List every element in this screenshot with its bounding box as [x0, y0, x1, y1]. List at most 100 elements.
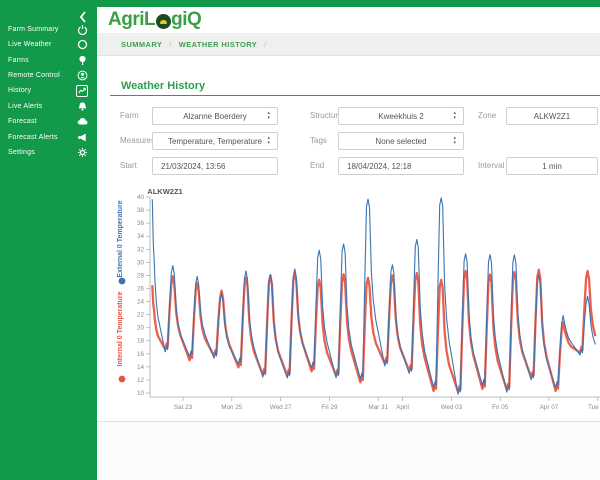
logo-text-suffix: giQ: [171, 9, 202, 30]
start-value: 21/03/2024, 13:56: [161, 161, 226, 171]
y-tick-label: 26: [137, 285, 145, 292]
sidebar-item-remote-control[interactable]: Remote Control: [0, 68, 97, 84]
y-tick-label: 10: [137, 390, 145, 397]
sidebar-item-live-alerts[interactable]: Live Alerts: [0, 99, 97, 115]
interval-label: Interval: [478, 161, 505, 170]
legend-dot: [118, 375, 126, 383]
sidebar-item-label: Remote Control: [8, 71, 60, 79]
zone-input[interactable]: ALKW2Z1: [506, 107, 598, 125]
x-tick-label: Wed 27: [270, 404, 292, 411]
start-datetime-input[interactable]: 21/03/2024, 13:56: [152, 157, 278, 175]
end-value: 18/04/2024, 12:18: [347, 161, 412, 171]
breadcrumb-separator: /: [169, 39, 172, 49]
x-tick-label: Wed 03: [441, 404, 463, 411]
cloud-icon: [76, 116, 88, 128]
app-header: AgriL giQ: [97, 7, 600, 33]
logo-text-prefix: AgriL: [108, 9, 156, 30]
sidebar-item-label: Settings: [8, 148, 35, 156]
power-icon: [76, 23, 88, 35]
sidebar-item-label: History: [8, 87, 32, 95]
x-tick-label: Fri 29: [321, 404, 338, 411]
breadcrumb-separator: /: [264, 39, 267, 49]
agrilogiq-logo: AgriL giQ: [108, 9, 202, 31]
end-label: End: [310, 161, 325, 170]
sidebar-item-farms[interactable]: Farms: [0, 52, 97, 68]
select-stepper-icon: ▴ ▾: [453, 135, 456, 146]
y-tick-label: 28: [137, 272, 145, 279]
y-tick-label: 22: [137, 312, 145, 319]
structure-select[interactable]: Kweekhuis 2 ▴ ▾: [338, 107, 464, 125]
y-tick-label: 32: [137, 246, 145, 253]
structure-value: Kweekhuis 2: [378, 111, 424, 121]
measures-label: Measures: [120, 136, 156, 145]
sidebar-item-label: Live Weather: [8, 41, 52, 49]
sidebar-item-settings[interactable]: Settings: [0, 145, 97, 161]
y-tick-label: 18: [137, 338, 145, 345]
breadcrumb-summary[interactable]: SUMMARY: [121, 40, 162, 49]
title-divider: [110, 95, 600, 96]
bell-icon: [76, 100, 88, 112]
farm-value: Alzanne Boerdery: [183, 111, 247, 121]
top-green-bar: [0, 0, 600, 7]
y-tick-label: 20: [137, 325, 145, 332]
farm-label: Farm: [120, 111, 139, 120]
x-tick-label: April: [396, 404, 409, 411]
tags-value: None selected: [375, 136, 427, 146]
sidebar-item-label: Farm Summary: [8, 25, 59, 33]
sidebar-item-forecast[interactable]: Forecast: [0, 114, 97, 130]
page-title: Weather History: [121, 80, 206, 92]
y-tick-label: 36: [137, 220, 145, 227]
x-tick-label: Mon 25: [221, 404, 243, 411]
select-stepper-icon: ▴ ▾: [453, 110, 456, 121]
external-temperature-line: [151, 197, 596, 395]
sidebar-nav: Farm Summary Live Weather Farms Remote Cont…: [0, 7, 97, 480]
gear-icon: [76, 146, 88, 158]
zone-label: Zone: [478, 111, 497, 120]
breadcrumb: SUMMARY / WEATHER HISTORY /: [97, 33, 600, 56]
y-tick-label: 30: [137, 259, 145, 266]
measures-select[interactable]: Temperature, Temperature ▴ ▾: [152, 132, 278, 150]
circle-icon: [76, 39, 88, 51]
farm-select[interactable]: Alzanne Boerdery ▴ ▾: [152, 107, 278, 125]
select-stepper-icon: ▴ ▾: [267, 135, 270, 146]
legend-label: External 0 Temperature: [117, 200, 124, 277]
sidebar-item-label: Live Alerts: [8, 102, 43, 110]
sidebar-item-label: Farms: [8, 56, 29, 64]
sidebar-item-label: Forecast Alerts: [8, 133, 58, 141]
chart-title: ALKW2Z1: [147, 187, 182, 196]
sidebar-item-live-weather[interactable]: Live Weather: [0, 37, 97, 53]
temperature-line-chart: 10 12 14 16 18 20 22 24 26 28 30 32 34 36 38 40 Sat 23 Mo…: [117, 187, 600, 411]
legend-label: Internal 0 Temperature: [117, 291, 124, 366]
y-tick-label: 24: [137, 299, 145, 306]
y-tick-label: 14: [137, 364, 145, 371]
megaphone-icon: [76, 131, 88, 143]
zone-value: ALKW2Z1: [533, 111, 571, 121]
sidebar-item-farm-summary[interactable]: Farm Summary: [0, 22, 97, 38]
select-stepper-icon: ▴ ▾: [267, 110, 270, 121]
x-tick-label: Apr 07: [540, 404, 559, 411]
line-chart-icon: [76, 84, 88, 97]
breadcrumb-weather-history[interactable]: WEATHER HISTORY: [179, 40, 257, 49]
y-tick-label: 12: [137, 377, 145, 384]
x-tick-label: Tue 09: [588, 404, 600, 411]
y-tick-label: 34: [137, 233, 145, 240]
x-tick-label: Mar 31: [368, 404, 388, 411]
interval-input[interactable]: 1 min: [506, 157, 598, 175]
measures-value: Temperature, Temperature: [167, 136, 263, 146]
x-tick-label: Fri 05: [492, 404, 509, 411]
x-tick-label: Sat 23: [174, 404, 193, 411]
tags-select[interactable]: None selected ▴ ▾: [338, 132, 464, 150]
sidebar-item-label: Forecast: [8, 118, 37, 126]
tags-label: Tags: [310, 136, 327, 145]
interval-value: 1 min: [542, 161, 562, 171]
sidebar-item-forecast-alerts[interactable]: Forecast Alerts: [0, 129, 97, 145]
y-tick-label: 38: [137, 207, 145, 214]
end-datetime-input[interactable]: 18/04/2024, 12:18: [338, 157, 464, 175]
weather-history-chart: 10 12 14 16 18 20 22 24 26 28 30 32 34 36 38 40 Sat 23 Mo…: [110, 185, 600, 430]
start-label: Start: [120, 161, 137, 170]
tractor-circle-icon: [156, 13, 172, 29]
tree-icon: [76, 54, 88, 66]
y-tick-label: 16: [137, 351, 145, 358]
sidebar-item-history[interactable]: History: [0, 83, 97, 99]
support-person-icon: [76, 69, 88, 81]
